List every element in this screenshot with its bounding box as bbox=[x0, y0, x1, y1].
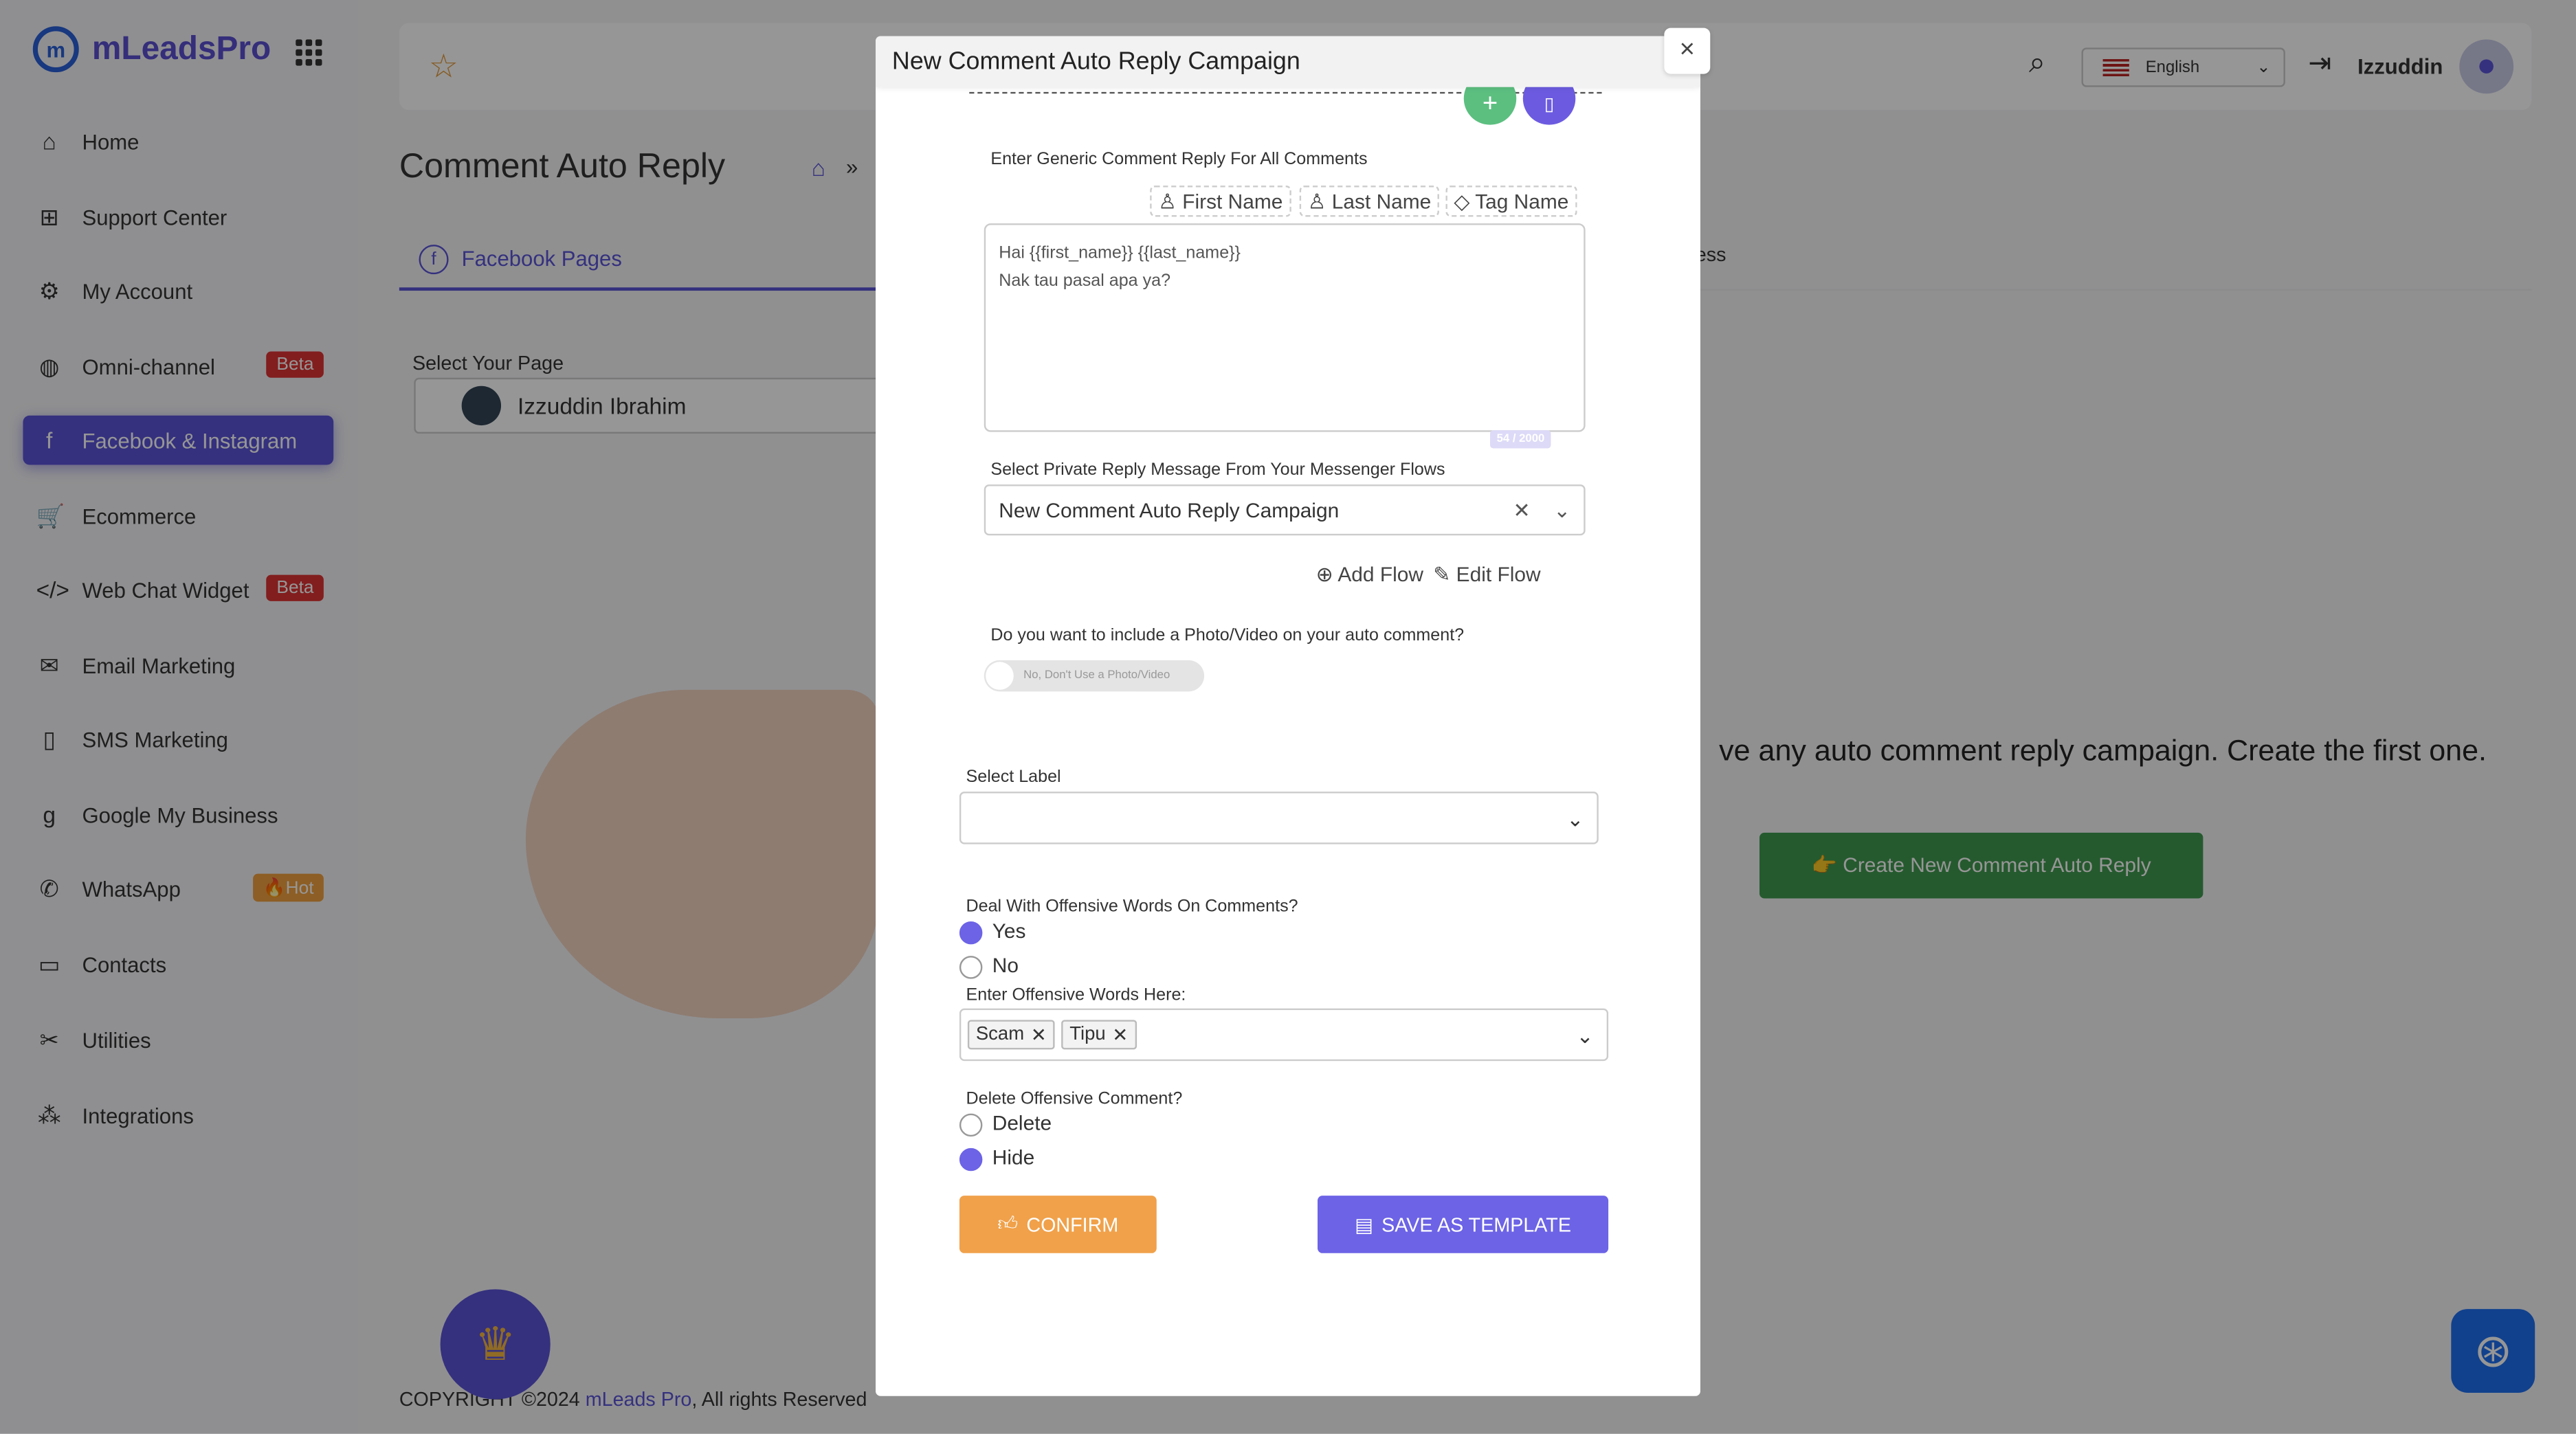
add-flow-button[interactable]: ⊕ Add Flow bbox=[1316, 561, 1423, 586]
toggle-knob bbox=[986, 662, 1014, 690]
radio-label: Delete bbox=[992, 1112, 1052, 1135]
radio-button[interactable] bbox=[959, 1147, 983, 1171]
chip-label: Last Name bbox=[1331, 190, 1432, 214]
plus-circle-icon: ⊕ bbox=[1315, 563, 1333, 587]
offensive-words-input[interactable]: Scam ✕ Tipu ✕ ⌄ bbox=[959, 1008, 1609, 1062]
toggle-label: No, Don't Use a Photo/Video bbox=[1023, 670, 1170, 682]
chevron-down-icon: ⌄ bbox=[1576, 1024, 1594, 1047]
select-label-label: Select Label bbox=[966, 767, 1061, 787]
save-template-button[interactable]: ▤ SAVE AS TEMPLATE bbox=[1318, 1196, 1609, 1253]
word-tag: Scam ✕ bbox=[967, 1020, 1055, 1050]
confirm-button[interactable]: 👍︎ CONFIRM bbox=[959, 1196, 1157, 1253]
edit-icon: ✎ bbox=[1433, 563, 1451, 587]
add-flow-label: Add Flow bbox=[1337, 563, 1423, 587]
label-select[interactable]: ⌄ bbox=[959, 792, 1599, 844]
photo-toggle[interactable]: No, Don't Use a Photo/Video bbox=[984, 660, 1205, 692]
private-reply-label: Select Private Reply Message From Your M… bbox=[990, 460, 1445, 480]
chevron-down-icon[interactable]: ⌄ bbox=[1553, 497, 1570, 522]
private-reply-select[interactable]: New Comment Auto Reply Campaign ✕ ⌄ bbox=[984, 484, 1586, 536]
generic-reply-label: Enter Generic Comment Reply For All Comm… bbox=[990, 149, 1368, 170]
remove-tag-icon[interactable]: ✕ bbox=[1112, 1023, 1128, 1046]
word-tag: Tipu ✕ bbox=[1061, 1020, 1137, 1050]
tag-label: Scam bbox=[975, 1024, 1025, 1045]
offensive-question: Deal With Offensive Words On Comments? bbox=[966, 897, 1298, 917]
reply-line: Nak tau pasal apa ya? bbox=[999, 271, 1171, 291]
radio-offensive-yes[interactable]: Yes bbox=[959, 920, 1026, 944]
radio-offensive-no[interactable]: No bbox=[959, 954, 1019, 978]
radio-hide[interactable]: Hide bbox=[959, 1146, 1035, 1171]
modal-title: New Comment Auto Reply Campaign bbox=[876, 36, 1700, 87]
confirm-label: CONFIRM bbox=[1026, 1213, 1119, 1236]
remove-tag-icon[interactable]: ✕ bbox=[1031, 1023, 1047, 1046]
private-reply-value: New Comment Auto Reply Campaign bbox=[999, 498, 1340, 522]
tag-label: Tipu bbox=[1069, 1024, 1106, 1045]
edit-flow-button[interactable]: ✎ Edit Flow bbox=[1433, 561, 1540, 586]
radio-delete[interactable]: Delete bbox=[959, 1112, 1052, 1136]
reply-line: Hai {{first_name}} {{last_name}} bbox=[999, 243, 1241, 263]
photo-question: Do you want to include a Photo/Video on … bbox=[990, 625, 1465, 646]
close-modal-button[interactable]: × bbox=[1664, 27, 1711, 74]
radio-label: Yes bbox=[992, 919, 1026, 943]
campaign-modal: + ▯ New Comment Auto Reply Campaign Ente… bbox=[876, 36, 1700, 1396]
edit-flow-label: Edit Flow bbox=[1456, 563, 1541, 587]
delete-question: Delete Offensive Comment? bbox=[966, 1088, 1183, 1109]
radio-button[interactable] bbox=[959, 1112, 983, 1136]
clear-icon[interactable]: ✕ bbox=[1513, 497, 1531, 522]
offensive-words-label: Enter Offensive Words Here: bbox=[966, 985, 1186, 1005]
thumbs-up-icon: 👍︎ bbox=[997, 1212, 1019, 1235]
save-template-label: SAVE AS TEMPLATE bbox=[1381, 1213, 1571, 1236]
radio-label: Hide bbox=[992, 1146, 1035, 1169]
char-counter: 54 / 2000 bbox=[1490, 430, 1551, 449]
chevron-down-icon: ⌄ bbox=[1566, 807, 1584, 831]
radio-label: No bbox=[992, 954, 1019, 978]
reply-textarea[interactable]: Hai {{first_name}} {{last_name}} Nak tau … bbox=[984, 223, 1586, 432]
chip-label: First Name bbox=[1182, 190, 1283, 214]
chip-tag-name[interactable]: ◇ Tag Name bbox=[1445, 186, 1577, 217]
radio-button[interactable] bbox=[959, 955, 983, 978]
radio-button[interactable] bbox=[959, 921, 983, 944]
chip-first-name[interactable]: ♙ First Name bbox=[1150, 186, 1291, 217]
chip-label: Tag Name bbox=[1475, 190, 1569, 214]
chip-last-name[interactable]: ♙ Last Name bbox=[1299, 186, 1440, 217]
save-icon: ▤ bbox=[1355, 1213, 1374, 1236]
